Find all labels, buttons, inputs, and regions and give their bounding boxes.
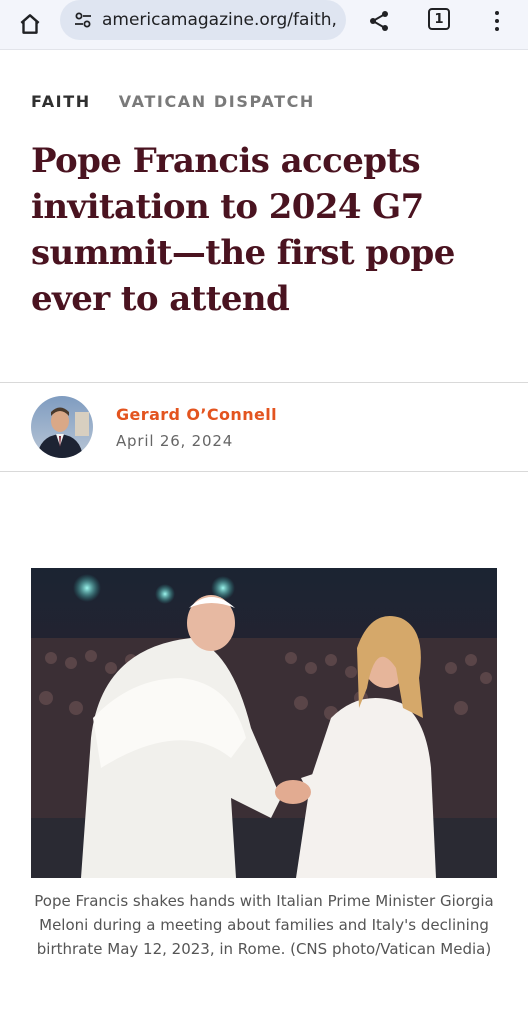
- site-info-button[interactable]: [70, 7, 96, 33]
- article-photo: [31, 568, 497, 878]
- url-text[interactable]: americamagazine.org/faith,: [102, 10, 337, 30]
- tune-icon: [75, 12, 91, 28]
- share-button[interactable]: [364, 6, 394, 36]
- address-bar[interactable]: americamagazine.org/faith,: [60, 0, 346, 40]
- divider: [0, 382, 528, 383]
- author-avatar[interactable]: [31, 396, 93, 458]
- tab-switcher-icon[interactable]: 1: [428, 8, 450, 30]
- more-vert-icon[interactable]: [484, 6, 510, 36]
- home-button[interactable]: [14, 8, 46, 40]
- share-icon: [370, 11, 388, 31]
- photo-caption: Pope Francis shakes hands with Italian P…: [34, 892, 494, 958]
- article-headline: Pope Francis accepts invitation to 2024 …: [31, 141, 455, 319]
- byline: Gerard O’Connell April 26, 2024: [116, 405, 277, 450]
- subsection-link[interactable]: VATICAN DISPATCH: [119, 92, 315, 111]
- publish-date: April 26, 2024: [116, 431, 234, 450]
- home-icon: [20, 14, 40, 34]
- section-link[interactable]: FAITH: [31, 92, 91, 111]
- divider: [0, 471, 528, 472]
- tab-count: 1: [434, 11, 444, 27]
- browser-toolbar: americamagazine.org/faith, 1: [0, 0, 528, 50]
- author-name[interactable]: Gerard O’Connell: [116, 405, 277, 424]
- article-kicker: FAITH VATICAN DISPATCH: [31, 92, 315, 111]
- author-row: Gerard O’Connell April 26, 2024: [31, 396, 277, 458]
